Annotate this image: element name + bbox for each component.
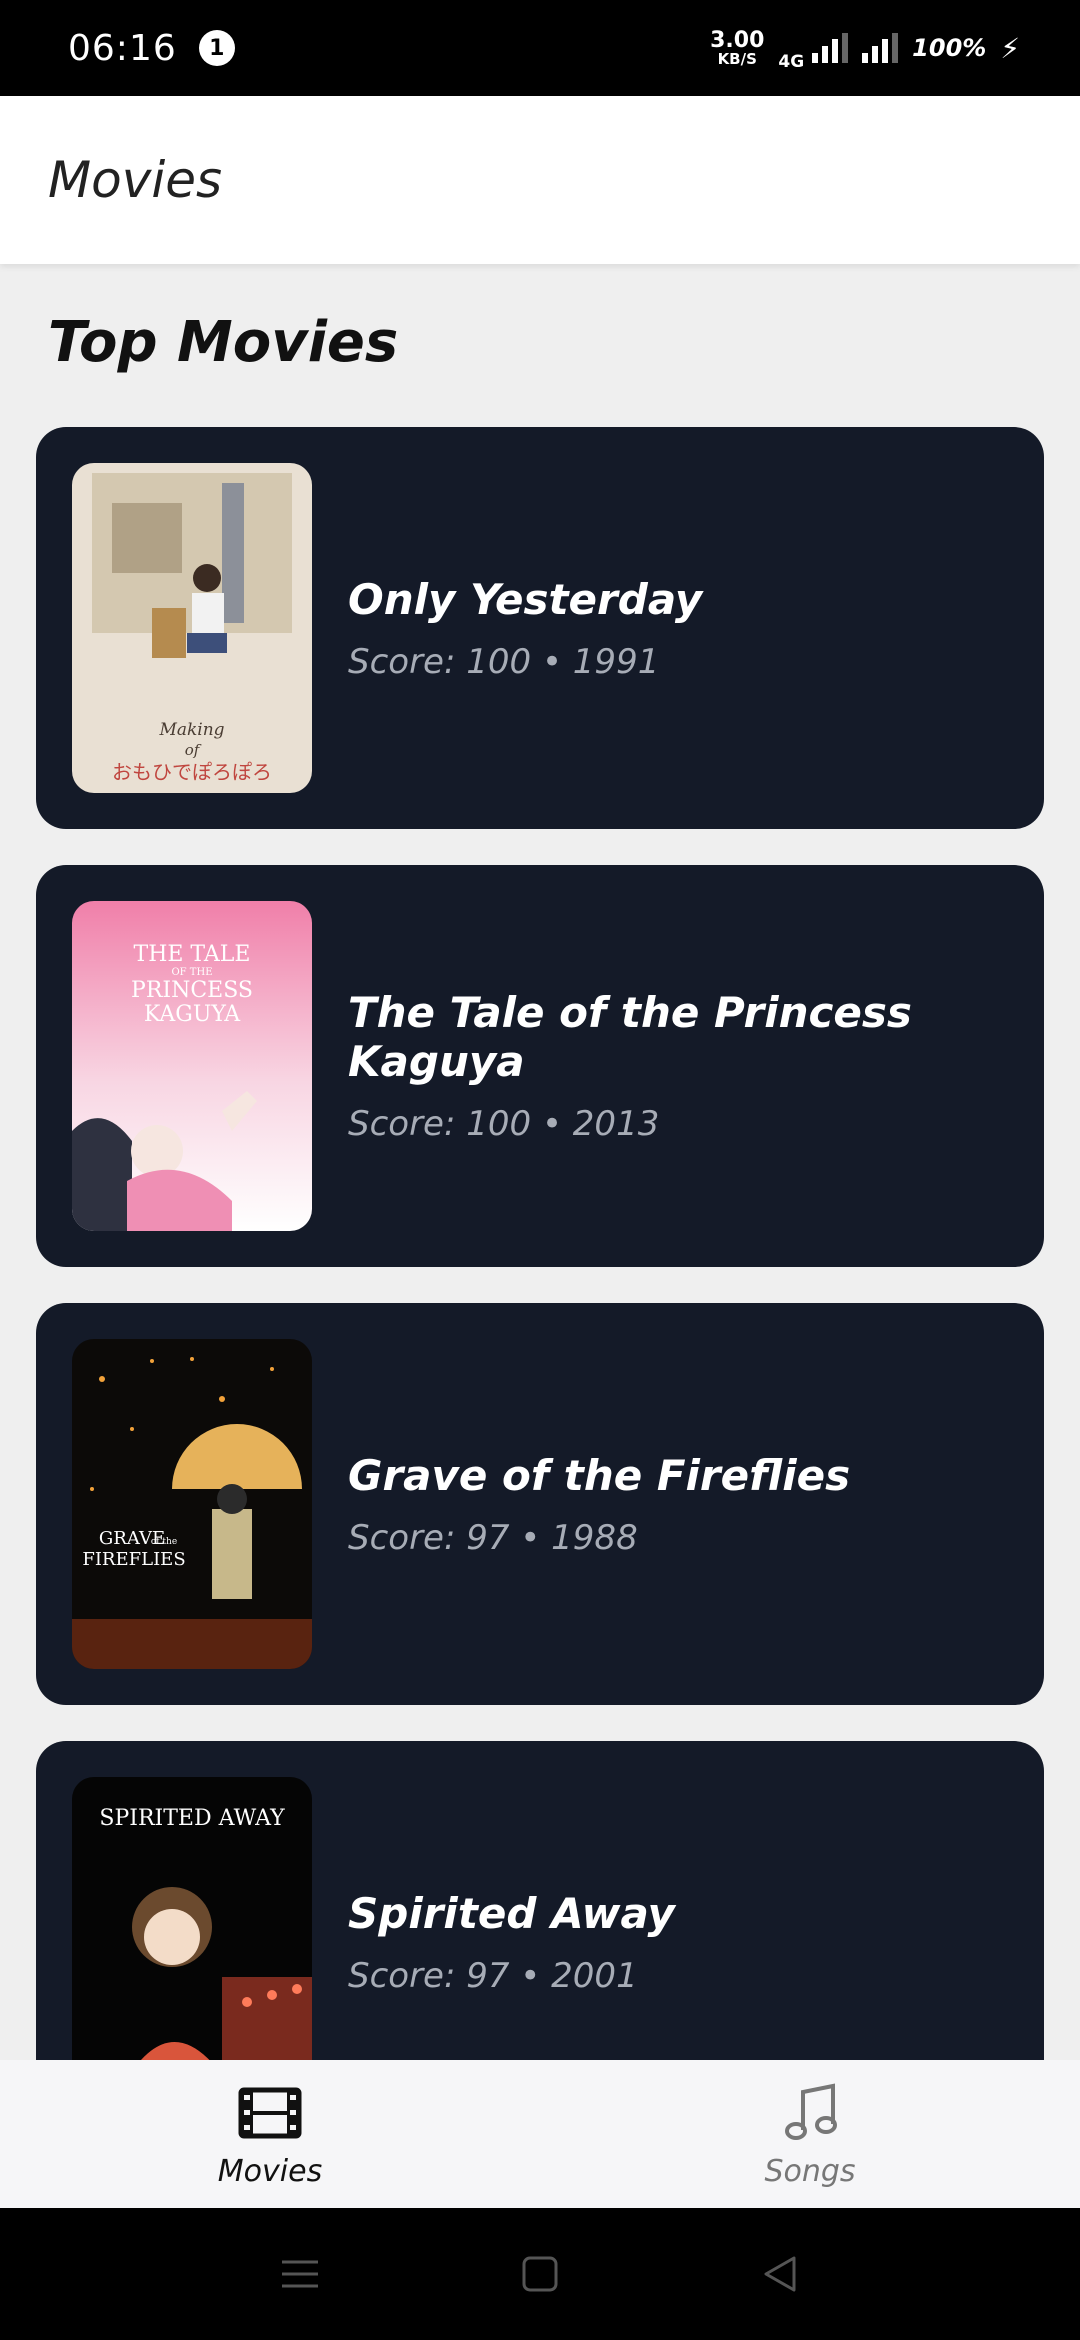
poster-text: PRINCESS — [131, 978, 253, 1003]
section-title: Top Movies — [48, 310, 399, 375]
app-title: Movies — [48, 151, 223, 209]
battery-level: 100% — [912, 34, 987, 62]
music-note-icon — [785, 2083, 837, 2140]
bottom-navigation: Movies Songs — [0, 2060, 1080, 2208]
menu-icon[interactable] — [278, 2252, 322, 2296]
movie-list: Making of おもひでぽろぽろ Only Yesterday Score:… — [36, 427, 1044, 2179]
poster-art: Making of おもひでぽろぽろ — [72, 463, 312, 793]
poster-text: FIREFLIES — [82, 1549, 185, 1570]
poster-text: THE TALE — [134, 942, 251, 967]
poster-art: THE TALE OF THE PRINCESS KAGUYA — [72, 901, 312, 1231]
movie-meta: Score: 100 • 1991 — [348, 641, 660, 682]
status-time: 06:16 — [68, 27, 177, 69]
nav-tab-songs[interactable]: Songs — [540, 2060, 1080, 2208]
movie-card-princess-kaguya[interactable]: THE TALE OF THE PRINCESS KAGUYA The Tale… — [36, 865, 1044, 1267]
back-triangle-icon[interactable] — [758, 2252, 802, 2296]
signal-strength-icon-2 — [862, 33, 899, 63]
poster-text: of — [185, 741, 202, 759]
movie-info: Only Yesterday Score: 100 • 1991 — [348, 575, 702, 682]
movie-poster: Making of おもひでぽろぽろ — [72, 463, 312, 793]
home-square-icon[interactable] — [518, 2252, 562, 2296]
nav-label-movies: Movies — [217, 2153, 323, 2189]
movie-info: Spirited Away Score: 97 • 2001 — [348, 1889, 675, 1996]
movie-poster: SPIRITED AWAY — [72, 1777, 312, 2107]
movie-meta: Score: 97 • 2001 — [348, 1955, 638, 1996]
movie-card-grave-of-the-fireflies[interactable]: GRAVE of the FIREFLIES Grave of the Fire… — [36, 1303, 1044, 1705]
poster-text: Making — [158, 720, 224, 740]
poster-text: of the — [151, 1537, 177, 1547]
nav-tab-movies[interactable]: Movies — [0, 2060, 540, 2208]
nav-label-songs: Songs — [764, 2153, 856, 2189]
movie-meta: Score: 100 • 2013 — [348, 1104, 660, 1144]
film-icon — [238, 2087, 302, 2138]
poster-text: OF THE — [171, 967, 212, 978]
app-bar: Movies — [0, 96, 1080, 264]
movie-title: Grave of the Fireflies — [348, 1450, 851, 1500]
signal-strength-icon — [812, 33, 849, 63]
network-speed-unit: KB/S — [717, 49, 757, 68]
movie-info: Grave of the Fireflies Score: 97 • 1988 — [348, 1451, 850, 1558]
notification-badge: 1 — [198, 30, 235, 66]
movie-info: The Tale of the Princess Kaguya Score: 1… — [348, 988, 1044, 1144]
poster-art: SPIRITED AWAY — [72, 1777, 312, 2107]
network-speed: 3.00 KB/S — [710, 27, 765, 68]
status-right: 3.00 KB/S 4G 100% ⚡ — [710, 24, 1020, 72]
movie-title: Only Yesterday — [348, 574, 703, 624]
movie-meta: Score: 97 • 1988 — [348, 1517, 638, 1558]
movie-card-only-yesterday[interactable]: Making of おもひでぽろぽろ Only Yesterday Score:… — [36, 427, 1044, 829]
poster-text: KAGUYA — [144, 1002, 241, 1027]
system-navigation-bar — [0, 2208, 1080, 2340]
network-speed-value: 3.00 — [710, 27, 765, 53]
charging-bolt-icon: ⚡ — [1000, 31, 1020, 65]
poster-art: GRAVE of the FIREFLIES — [72, 1339, 312, 1669]
poster-text: おもひでぽろぽろ — [112, 760, 272, 784]
movie-poster: GRAVE of the FIREFLIES — [72, 1339, 312, 1669]
status-bar: 06:16 1 3.00 KB/S 4G 100% ⚡ — [0, 0, 1080, 96]
movie-poster: THE TALE OF THE PRINCESS KAGUYA — [72, 901, 312, 1231]
network-type: 4G — [778, 52, 805, 72]
movie-title: Spirited Away — [348, 1888, 675, 1938]
movie-title: The Tale of the Princess Kaguya — [348, 988, 912, 1086]
status-left: 06:16 1 — [68, 28, 235, 69]
poster-text: SPIRITED AWAY — [99, 1806, 285, 1831]
